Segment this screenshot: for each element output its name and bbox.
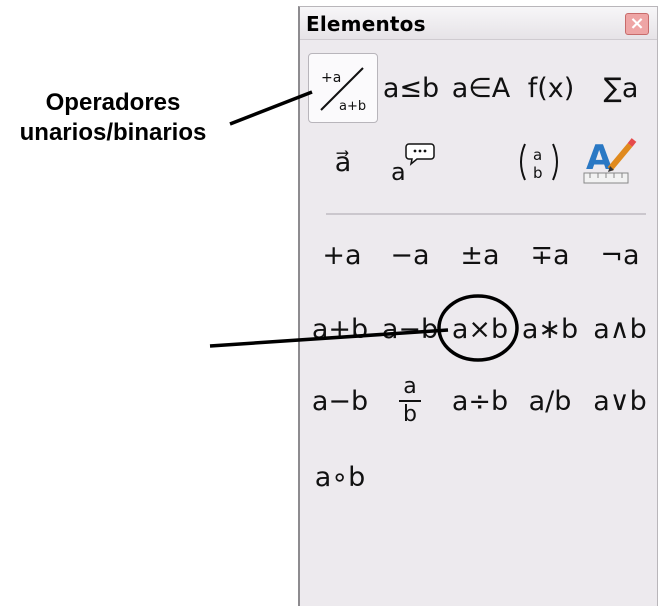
category-attributes[interactable]: a⃗: [308, 127, 378, 197]
sum-icon: ∑a: [603, 72, 639, 104]
category-relations[interactable]: a≤b: [376, 53, 446, 123]
element-asterisk[interactable]: a∗b: [514, 299, 586, 359]
element-label: a×b: [451, 313, 509, 345]
category-operators[interactable]: ∑a: [586, 53, 656, 123]
category-brackets[interactable]: a b: [504, 127, 574, 197]
element-label: a÷b: [451, 385, 509, 417]
element-fraction[interactable]: a b: [374, 371, 446, 431]
category-icon-top: +a: [321, 70, 341, 86]
vector-arrow-icon: a⃗: [334, 146, 352, 178]
svg-text:a: a: [533, 146, 542, 164]
element-positive[interactable]: +a: [306, 225, 378, 285]
close-icon: ×: [629, 13, 645, 34]
element-label: ∓a: [530, 239, 570, 271]
panel-header: Elementos ×: [300, 7, 657, 40]
set-operations-icon: a∈A: [451, 72, 511, 104]
element-subtraction[interactable]: a−b: [304, 371, 376, 431]
category-functions[interactable]: f(x): [516, 53, 586, 123]
fraction-symbol: a b: [399, 376, 421, 426]
element-label: a/b: [528, 385, 572, 417]
panel-title: Elementos: [306, 12, 426, 36]
element-label: a+b: [311, 313, 369, 345]
element-label: a∗b: [521, 313, 579, 345]
element-minus-plus[interactable]: ∓a: [514, 225, 586, 285]
category-others[interactable]: a: [376, 127, 446, 197]
category-set-operations[interactable]: a∈A: [446, 53, 516, 123]
element-multiplication[interactable]: a×b: [444, 299, 516, 359]
element-and[interactable]: a∧b: [584, 299, 656, 359]
elements-panel: Elementos × +a a+b a≤b a∈A f(x) ∑a a⃗ a: [298, 6, 658, 606]
element-or[interactable]: a∨b: [584, 371, 656, 431]
element-subtraction-dot[interactable]: a−b: [374, 299, 446, 359]
element-label: +a: [322, 239, 362, 271]
functions-icon: f(x): [527, 72, 575, 104]
relations-icon: a≤b: [382, 72, 440, 104]
category-icon-bottom: a+b: [339, 99, 366, 114]
unary-binary-operators-icon: +a a+b: [320, 67, 366, 114]
element-concatenate[interactable]: a∘b: [304, 447, 376, 507]
fraction-denominator: b: [403, 402, 417, 427]
separator: [326, 213, 646, 215]
fraction-numerator: a: [403, 374, 417, 399]
element-label: ±a: [460, 239, 500, 271]
element-division[interactable]: a÷b: [444, 371, 516, 431]
element-addition[interactable]: a+b: [304, 299, 376, 359]
callout-label: Operadores unarios/binarios: [0, 88, 226, 148]
element-label: ¬a: [600, 239, 640, 271]
element-not[interactable]: ¬a: [584, 225, 656, 285]
svg-text:A: A: [586, 138, 613, 178]
element-label: a−b: [311, 385, 369, 417]
format-pencil-icon: A: [583, 138, 637, 184]
element-label: −a: [390, 239, 430, 271]
svg-text:a: a: [391, 158, 406, 186]
close-button[interactable]: ×: [625, 13, 649, 35]
element-label: a∨b: [593, 385, 647, 417]
element-label: a−b: [381, 313, 439, 345]
category-unary-binary-operators[interactable]: +a a+b: [308, 53, 378, 123]
element-negative[interactable]: −a: [374, 225, 446, 285]
callout-line-1: Operadores: [45, 89, 181, 116]
element-label: a∘b: [314, 461, 366, 493]
speech-bubble-icon: a: [391, 143, 435, 186]
category-formats[interactable]: A: [574, 127, 644, 197]
element-label: a∧b: [593, 313, 647, 345]
svg-text:b: b: [533, 164, 543, 182]
brackets-icon: a b: [520, 143, 558, 182]
element-plus-minus[interactable]: ±a: [444, 225, 516, 285]
callout-line-2: unarios/binarios: [19, 119, 207, 146]
element-slash[interactable]: a/b: [514, 371, 586, 431]
